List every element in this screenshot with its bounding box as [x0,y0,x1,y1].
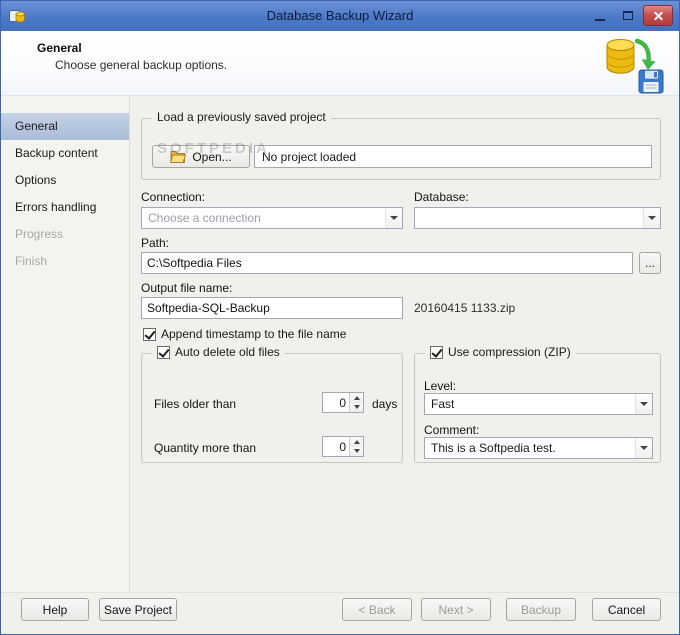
level-dropdown-icon[interactable] [635,394,652,414]
save-project-button[interactable]: Save Project [99,598,177,621]
back-button[interactable]: < Back [342,598,412,621]
comment-label: Comment: [424,423,480,437]
sidebar-item-general[interactable]: General [1,113,129,140]
auto-delete-label: Auto delete old files [175,345,280,359]
auto-delete-checkbox[interactable]: Auto delete old files [152,345,285,359]
project-status-text: No project loaded [262,149,357,164]
files-older-value[interactable]: 0 [323,393,349,412]
database-label: Database: [414,190,469,204]
footer-bar: Help Save Project < Back Next > Backup C… [1,592,679,634]
append-timestamp-checkbox[interactable]: Append timestamp to the file name [143,327,346,341]
load-project-group: Load a previously saved project Open... … [141,110,661,180]
page-title: General [37,41,82,55]
browse-path-button[interactable]: ... [639,252,661,274]
open-folder-icon [170,151,187,163]
cancel-button[interactable]: Cancel [592,598,661,621]
open-project-button-label: Open... [192,149,232,164]
compression-group: Use compression (ZIP) Level: Fast Commen… [414,345,661,463]
files-older-spin-down[interactable] [350,402,363,412]
database-backup-icon [606,38,664,94]
comment-dropdown-icon[interactable] [635,438,652,458]
maximize-icon [622,11,633,20]
quantity-more-spin-down[interactable] [350,446,363,456]
close-button[interactable] [643,5,673,26]
quantity-more-spin-up[interactable] [350,437,363,447]
wizard-steps-sidebar: General Backup content Options Errors ha… [1,96,130,592]
minimize-icon [594,18,605,21]
wizard-header: General Choose general backup options. [1,31,679,96]
connection-combobox[interactable]: Choose a connection [141,207,403,229]
next-button[interactable]: Next > [421,598,491,621]
files-older-spin-arrows [349,393,363,412]
titlebar: Database Backup Wizard [1,1,679,31]
use-compression-checkbox[interactable]: Use compression (ZIP) [425,345,576,359]
level-label: Level: [424,379,457,393]
window-title: Database Backup Wizard [266,8,414,23]
sidebar-item-errors-handling[interactable]: Errors handling [1,194,129,221]
level-combobox[interactable]: Fast [424,393,653,415]
append-timestamp-checkbox-box[interactable] [143,327,156,341]
quantity-more-label: Quantity more than [154,441,257,455]
backup-button[interactable]: Backup [506,598,576,621]
use-compression-checkbox-box[interactable] [430,345,443,359]
database-value [415,208,643,228]
sidebar-item-options[interactable]: Options [1,167,129,194]
quantity-more-spinner[interactable]: 0 [322,436,364,457]
help-button[interactable]: Help [21,598,89,621]
sidebar-item-backup-content[interactable]: Backup content [1,140,129,167]
connection-dropdown-icon[interactable] [385,208,402,228]
days-label: days [372,397,398,411]
open-project-button[interactable]: Open... [152,145,250,168]
quantity-more-spin-arrows [349,437,363,456]
auto-delete-group: Auto delete old files Files older than 0… [141,345,403,463]
auto-delete-checkbox-box[interactable] [157,345,170,359]
sidebar-item-progress: Progress [15,227,64,241]
page-subtitle: Choose general backup options. [55,58,228,72]
level-value: Fast [431,397,455,411]
connection-value: Choose a connection [148,211,261,225]
browse-path-label: ... [644,256,655,270]
quantity-more-value[interactable]: 0 [323,437,349,456]
path-input[interactable] [141,252,633,274]
output-filename-label: Output file name: [141,281,233,295]
maximize-button[interactable] [615,5,640,26]
comment-value: This is a Softpedia test. [431,441,556,455]
files-older-label: Files older than [154,397,237,411]
caption-buttons [587,5,673,26]
append-timestamp-label: Append timestamp to the file name [161,327,347,341]
comment-combobox[interactable]: This is a Softpedia test. [424,437,653,459]
minimize-button[interactable] [587,5,612,26]
project-status-field: No project loaded [254,145,652,168]
load-project-group-title: Load a previously saved project [152,110,331,124]
sidebar-item-finish: Finish [15,254,48,268]
connection-label: Connection: [141,190,206,204]
use-compression-label: Use compression (ZIP) [448,345,571,359]
window: Database Backup Wizard General Choose ge… [0,0,680,635]
timestamp-preview: 20160415 1133.zip [414,301,516,315]
output-filename-input[interactable] [141,297,403,319]
path-label: Path: [141,236,170,250]
database-dropdown-icon[interactable] [643,208,660,228]
files-older-spinner[interactable]: 0 [322,392,364,413]
database-combobox[interactable] [414,207,661,229]
files-older-spin-up[interactable] [350,393,363,403]
